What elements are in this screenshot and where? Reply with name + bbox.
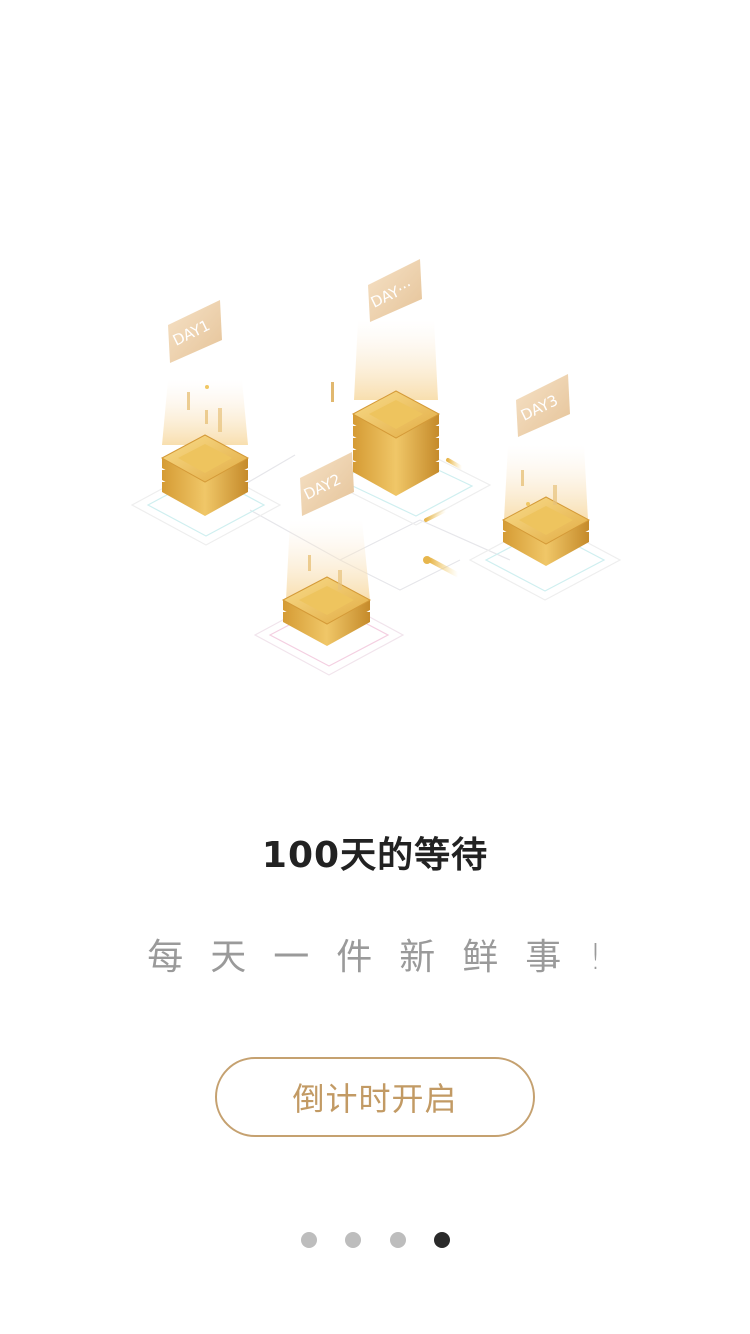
page-title: 100天的等待 (261, 835, 489, 876)
gold-coin-stacks-illustration: DAY1 DAY2 DAY3 DAY··· (130, 259, 622, 676)
day-tag-1: DAY1 (168, 300, 222, 363)
page-indicator (0, 1232, 750, 1250)
day-tag-2: DAY2 (300, 452, 354, 516)
start-countdown-label: 倒计时开启 (292, 1080, 458, 1118)
day-tag-3: DAY3 (516, 374, 570, 437)
day-tag-more: DAY··· (368, 259, 422, 322)
page-dot-2[interactable] (345, 1232, 361, 1248)
page-subtitle: 每天一件新鲜事! (147, 937, 630, 978)
start-countdown-button[interactable]: 倒计时开启 (215, 1057, 535, 1137)
page-dot-3[interactable] (390, 1232, 406, 1248)
coin-stack-1 (160, 434, 250, 516)
page-dot-4-active[interactable] (434, 1232, 450, 1248)
page-dot-1[interactable] (301, 1232, 317, 1248)
coin-stack-big (351, 390, 441, 496)
